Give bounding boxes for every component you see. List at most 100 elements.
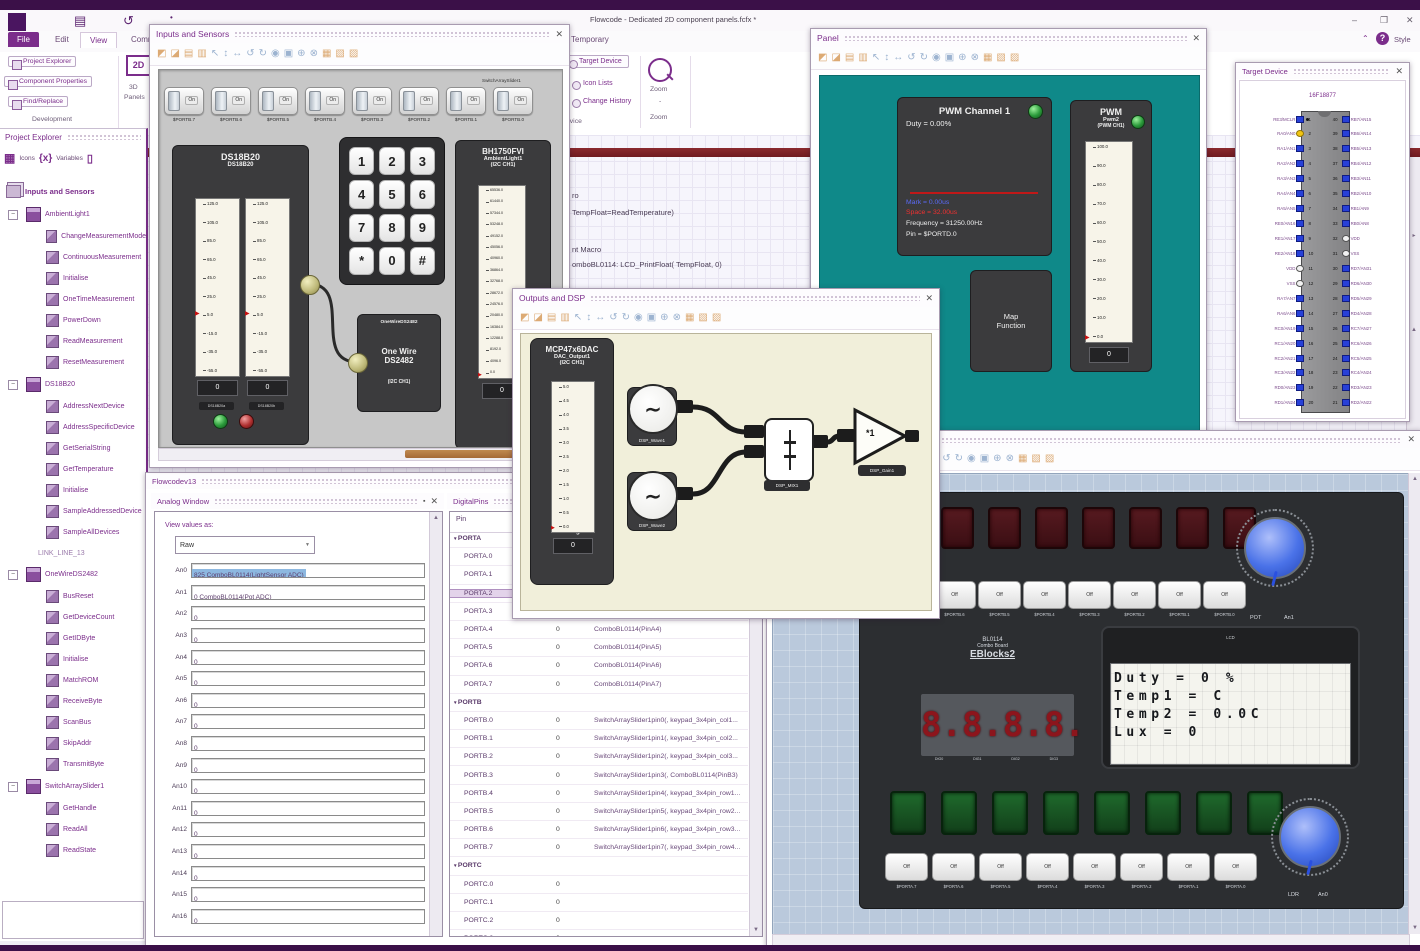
toolbar-icon[interactable]: ↻ [259,49,267,59]
analog-value-input[interactable]: 0 [191,714,425,730]
pin-connector[interactable] [1341,309,1350,317]
toolbar-icon[interactable]: ↺ [609,313,617,323]
toolbar-icon[interactable]: ⊕ [958,53,966,63]
keypad-key[interactable]: 0 [379,246,405,275]
pin-label-left[interactable]: RA4/AN4 [1243,191,1295,196]
toolbar-icon[interactable]: ↺ [942,454,950,464]
pin-label-left[interactable]: RE0/AN16 [1243,221,1296,226]
ds18b20-slider-a[interactable]: 125.0 105.0 85.0 65.0 45.0 25.0 5.0 -15.0 -35.0 -… [195,198,240,377]
toolbar-icon[interactable]: ⊗ [310,49,318,59]
pin-connector[interactable] [1296,354,1305,362]
close-icon[interactable]: ✕ [1406,15,1414,26]
pin-label-right[interactable]: RC4/AN24 [1351,370,1403,375]
keypad-key[interactable]: 6 [409,180,435,209]
toolbar-icon[interactable]: ▣ [647,313,656,323]
pin-label-left[interactable]: VDD [1243,266,1295,271]
pin-label-right[interactable]: RD5/AN29 [1351,296,1403,301]
style-menu[interactable]: Style [1394,35,1411,44]
toolbar-icon[interactable]: ▧ [335,49,344,59]
pin-connector[interactable] [1341,294,1350,302]
toolbar-icon[interactable]: ▥ [197,49,206,59]
pin-label-right[interactable]: RB6/AN14 [1351,131,1403,136]
analog-scrollbar[interactable]: ▲ [429,512,442,936]
tree-item[interactable]: OneTimeMeasurement [0,289,146,310]
2d-panel-icon[interactable]: 2D [126,55,151,76]
toolbar-icon[interactable]: ▣ [945,53,954,63]
pin-connector[interactable] [1341,220,1350,228]
toolbar-icon[interactable]: ▥ [560,313,569,323]
toolbar-icon[interactable]: ▧ [698,313,707,323]
pin-label-right[interactable]: RD4/AN28 [1351,311,1403,316]
toolbar-icon[interactable]: ↕ [884,53,889,63]
undo-icon[interactable]: ↺ [123,14,134,27]
ds18b20-slider-b[interactable]: 125.0 105.0 85.0 65.0 45.0 25.0 5.0 -15.0 -35.0 -… [245,198,290,377]
pin-label-left[interactable]: RA3/AN3 [1243,176,1295,181]
pin-connector[interactable] [1341,339,1350,347]
tree-item[interactable]: Initialise [0,649,146,670]
tree-item[interactable]: DS18B20 [0,373,146,396]
scroll-down-icon[interactable]: ▼ [750,927,762,933]
analog-value-input[interactable]: 0 [191,628,425,644]
keypad-key[interactable]: 7 [349,213,375,242]
tree-item[interactable]: TransmitByte [0,754,146,775]
analog-value-input[interactable]: 0 [191,671,425,687]
tree-item[interactable]: AddressSpecificDevice [0,417,146,438]
pin-label-right[interactable]: RC6/AN26 [1351,341,1403,346]
digital-pin-row[interactable]: PORTA.7 0 ComboBL0114(PinA7) [450,676,748,694]
toolbar-icon[interactable]: ▤ [547,313,556,323]
digital-pin-row[interactable]: PORTB.1 0 SwitchArraySlider1pin1(, keypa… [450,730,748,749]
pin-connector[interactable] [1341,279,1350,287]
keypad-key[interactable]: 4 [349,180,375,209]
pin-label-right[interactable]: VDD [1351,236,1403,241]
pin-connector[interactable] [1296,399,1305,407]
digital-pin-row[interactable]: PORTC.2 0 [450,912,748,931]
pin-label-right[interactable]: VSS [1351,251,1403,256]
tree-item[interactable]: ChangeMeasurementMode [0,226,146,247]
pin-connector[interactable] [1296,369,1305,377]
toolbar-icon[interactable]: ↖ [574,313,582,323]
pin-label-left[interactable]: RC0/AN19 [1243,326,1295,331]
pin-label-left[interactable]: RA5/AN5 [1243,206,1295,211]
close-icon[interactable]: ✕ [430,496,438,506]
icons-tab-icon[interactable]: ▦ [4,151,15,165]
toolbar-icon[interactable]: ▨ [1045,454,1054,464]
components-tab-icon[interactable]: ▯ [87,152,93,165]
keypad-key[interactable]: # [409,246,435,275]
wire-connector[interactable] [348,353,368,373]
pin-connector[interactable] [1296,249,1305,257]
pin-label-right[interactable]: RB2/AN10 [1351,191,1403,196]
tree-item[interactable]: ReadState [0,840,146,861]
pin-connector[interactable] [1296,205,1305,213]
digital-pin-row[interactable]: PORTB [450,694,748,712]
tree-item[interactable]: ContinuousMeasurement [0,247,146,268]
project-explorer-button[interactable]: Project Explorer [8,56,77,70]
board-push-button[interactable]: Off [1068,581,1111,609]
scroll-down-icon[interactable]: ▼ [1409,925,1420,931]
change-history-toggle[interactable]: Change History [572,98,631,108]
pin-label-right[interactable]: RC7/AN27 [1351,326,1403,331]
tree-item[interactable]: GetIDByte [0,628,146,649]
pwm-duty-slider[interactable]: 100.0 90.0 80.0 70.0 60.0 50.0 40.0 30.0 20.0 10.… [1085,141,1133,343]
analog-value-input[interactable]: 0 [191,736,425,752]
quick-access-more-icon[interactable]: • [170,14,173,22]
pin-connector[interactable] [1296,264,1305,272]
pin-connector[interactable] [1296,339,1305,347]
digital-pin-row[interactable]: PORTB.2 0 SwitchArraySlider1pin2(, keypa… [450,748,748,767]
3d-panel-label[interactable]: 3D [129,84,138,91]
tree-item[interactable]: OneWireDS2482 [0,563,146,586]
pin-connector[interactable] [1296,324,1305,332]
pin-label-left[interactable]: RE1/AN17 [1243,236,1296,241]
toolbar-icon[interactable]: ◩ [157,49,166,59]
toolbar-icon[interactable]: ↖ [872,53,880,63]
board-push-button[interactable]: Off [1023,581,1066,609]
analog-value-input[interactable]: 0 [191,606,425,622]
board-push-button[interactable]: Off [885,853,928,881]
toolbar-icon[interactable]: ◉ [271,49,280,59]
board-push-button[interactable]: Off [1120,853,1163,881]
pin-connector[interactable] [1341,369,1350,377]
digital-pin-row[interactable]: PORTA.5 0 ComboBL0114(PinA5) [450,639,748,658]
pwm-channel-block[interactable]: PWM Channel 1 Duty = 0.00% Mark = 0.00us… [897,97,1052,256]
toolbar-icon[interactable]: ↔ [595,313,605,323]
variables-tab-icon[interactable]: {x} [39,153,52,164]
pin-label-left[interactable]: RD0/AN23 [1243,385,1295,390]
